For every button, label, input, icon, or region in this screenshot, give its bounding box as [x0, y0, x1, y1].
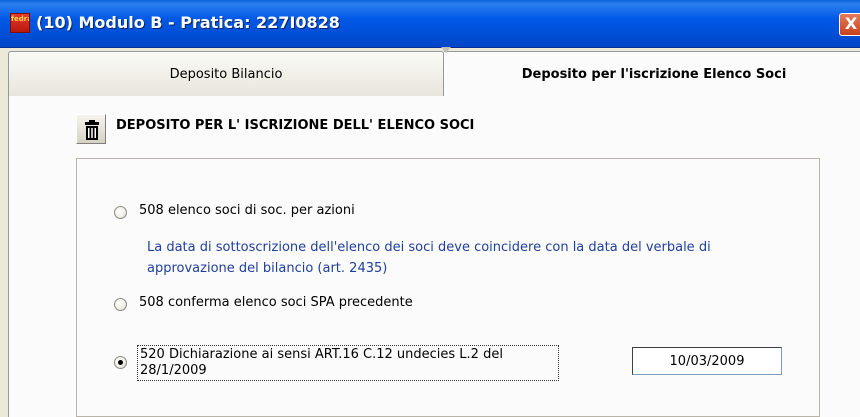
tab-deposito-elenco-soci[interactable]: Deposito per l'iscrizione Elenco Soci: [441, 47, 860, 96]
info-note-line1: La data di sottoscrizione dell'elenco de…: [147, 240, 711, 255]
app-window: fedra (10) Modulo B - Pratica: 227I0828 …: [0, 0, 860, 417]
close-icon: X: [844, 14, 858, 33]
date-field[interactable]: [632, 347, 782, 375]
radio-label-520-dichiarazione[interactable]: 520 Dichiarazione ai sensi ART.16 C.12 u…: [137, 345, 559, 381]
title-bar[interactable]: fedra (10) Modulo B - Pratica: 227I0828 …: [0, 0, 860, 48]
radio-508-conferma-elenco[interactable]: [114, 298, 127, 311]
app-logo-text: fedra: [11, 15, 30, 23]
window-title: (10) Modulo B - Pratica: 227I0828: [36, 13, 340, 32]
info-note-line2: approvazione del bilancio (art. 2435): [147, 261, 388, 276]
radio-label-508-elenco-soci[interactable]: 508 elenco soci di soc. per azioni: [139, 203, 355, 218]
tab-deposito-bilancio[interactable]: Deposito Bilancio: [8, 51, 444, 96]
app-logo-icon: fedra: [10, 13, 30, 33]
radio-520-dichiarazione[interactable]: [114, 356, 127, 369]
section-title: DEPOSITO PER L' ISCRIZIONE DELL' ELENCO …: [116, 118, 475, 133]
info-note: La data di sottoscrizione dell'elenco de…: [147, 237, 807, 279]
trash-icon: [85, 120, 99, 140]
delete-button[interactable]: [76, 114, 106, 144]
radio-label-508-conferma-elenco[interactable]: 508 conferma elenco soci SPA precedente: [139, 295, 413, 310]
close-button[interactable]: X: [839, 13, 860, 36]
radio-508-elenco-soci[interactable]: [114, 206, 127, 219]
